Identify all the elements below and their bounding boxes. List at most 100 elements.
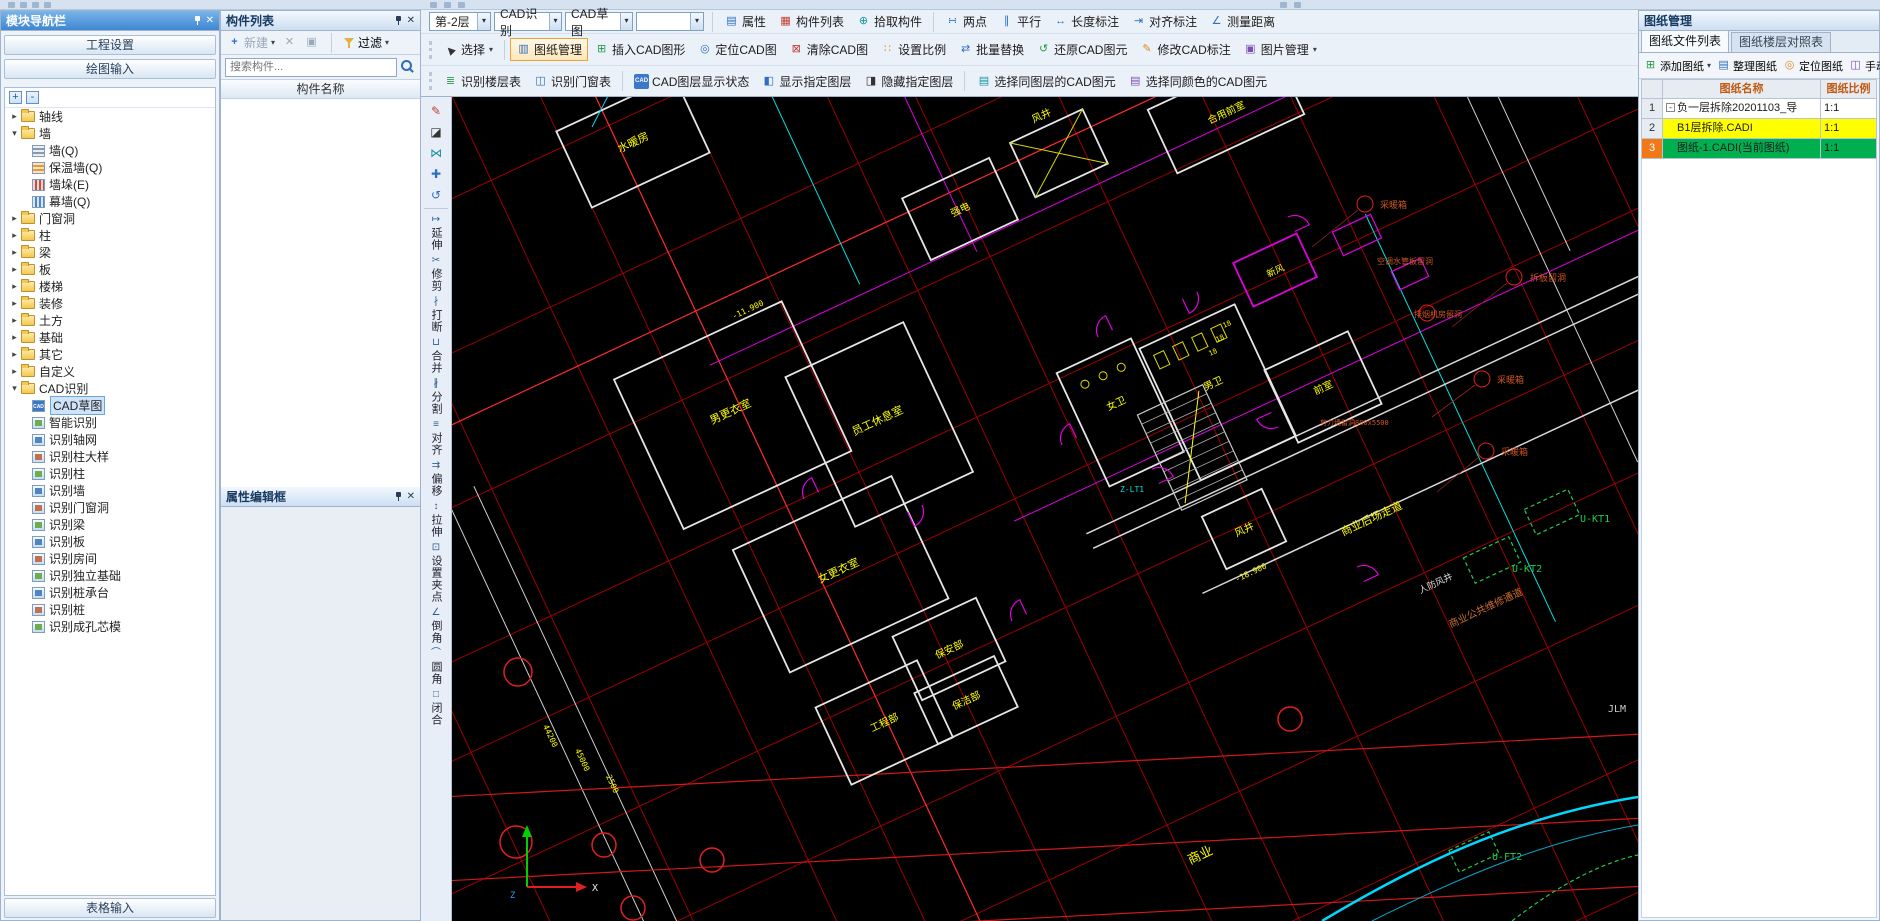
- batch-replace-button[interactable]: 批量替换: [952, 38, 1030, 61]
- tree-item-column[interactable]: ▸ 柱: [5, 227, 215, 244]
- tree-item-recognize-door-window[interactable]: 识别门窗洞: [5, 499, 215, 516]
- chamfer-tool[interactable]: ∠ 倒角: [428, 606, 444, 645]
- mode-select[interactable]: CAD识别 ▾: [494, 7, 562, 38]
- expand-icon[interactable]: ▸: [9, 298, 20, 309]
- tree-item-other[interactable]: ▸ 其它: [5, 346, 215, 363]
- component-list-button[interactable]: 构件列表: [772, 10, 850, 33]
- collapse-icon[interactable]: -: [1666, 103, 1675, 112]
- fillet-tool[interactable]: ⌒ 圆角: [428, 647, 444, 686]
- tree-item-insulation-wall[interactable]: 保温墙(Q): [5, 159, 215, 176]
- tab-sheet-file-list[interactable]: 图纸文件列表: [1641, 30, 1730, 52]
- search-input[interactable]: [225, 57, 397, 77]
- expand-icon[interactable]: ▸: [9, 230, 20, 241]
- titlebar-icon[interactable]: [458, 2, 465, 8]
- tree-item-recognize-grid[interactable]: 识别轴网: [5, 431, 215, 448]
- expand-icon[interactable]: ▸: [9, 281, 20, 292]
- tree-item-axis[interactable]: ▸ 轴线: [5, 108, 215, 125]
- titlebar-icon[interactable]: [8, 2, 15, 8]
- insert-cad-button[interactable]: 插入CAD图形: [588, 38, 691, 61]
- tree-item-cad-sketch[interactable]: CAD草图: [5, 396, 215, 415]
- show-layer-button[interactable]: 显示指定图层: [755, 70, 857, 93]
- select-button[interactable]: 选择▾: [437, 38, 499, 61]
- expand-icon[interactable]: ▸: [9, 315, 20, 326]
- expand-icon[interactable]: ▸: [9, 332, 20, 343]
- tree-item-wall-q[interactable]: 墙(Q): [5, 142, 215, 159]
- expand-icon[interactable]: ▸: [9, 247, 20, 258]
- organize-sheet-button[interactable]: 整理图纸: [1714, 56, 1779, 76]
- expand-all-button[interactable]: +: [9, 91, 22, 104]
- tree-item-beam[interactable]: ▸ 梁: [5, 244, 215, 261]
- erase-icon[interactable]: ◪: [425, 122, 447, 141]
- locate-sheet-button[interactable]: 定位图纸: [1780, 56, 1845, 76]
- close-icon[interactable]: ✕: [407, 15, 415, 26]
- filter-button[interactable]: 过滤 ▾: [344, 34, 389, 51]
- search-icon[interactable]: [400, 59, 416, 75]
- delete-component-button[interactable]: [282, 35, 297, 50]
- tree-item-recognize-pile[interactable]: 识别桩: [5, 601, 215, 618]
- new-component-button[interactable]: 新建▾: [227, 34, 275, 51]
- manual-split-button[interactable]: 手动分割: [1846, 56, 1880, 76]
- tree-item-curtain-wall[interactable]: 幕墙(Q): [5, 193, 215, 210]
- sheet-manage-button[interactable]: 图纸管理: [510, 38, 589, 61]
- titlebar-icon[interactable]: [1280, 2, 1287, 8]
- locate-cad-button[interactable]: 定位CAD图: [691, 38, 782, 61]
- modify-cad-dimension-button[interactable]: 修改CAD标注: [1133, 38, 1236, 61]
- align-tool[interactable]: ≡ 对齐: [428, 418, 444, 457]
- align-dimension-button[interactable]: 对齐标注: [1125, 10, 1203, 33]
- stretch-tool[interactable]: ↕ 拉伸: [428, 500, 444, 539]
- measure-distance-button[interactable]: 测量距离: [1203, 10, 1281, 33]
- tree-item-foundation[interactable]: ▸ 基础: [5, 329, 215, 346]
- expand-icon[interactable]: ▸: [9, 264, 20, 275]
- tree-item-custom[interactable]: ▸ 自定义: [5, 363, 215, 380]
- tree-item-recognize-pile-cap[interactable]: 识别桩承台: [5, 584, 215, 601]
- project-settings-button[interactable]: 工程设置: [4, 35, 216, 55]
- pin-icon[interactable]: [193, 15, 202, 26]
- recognize-floor-table-button[interactable]: 识别楼层表: [437, 70, 527, 93]
- titlebar-icon[interactable]: [20, 2, 27, 8]
- sheet-row-scale[interactable]: 1:1: [1821, 99, 1877, 119]
- expand-icon[interactable]: ▸: [9, 111, 20, 122]
- sheet-row-scale[interactable]: 1:1: [1821, 119, 1877, 139]
- tree-item-door-window[interactable]: ▸ 门窗洞: [5, 210, 215, 227]
- tree-item-stairs[interactable]: ▸ 楼梯: [5, 278, 215, 295]
- titlebar-icon[interactable]: [1294, 2, 1301, 8]
- titlebar-icon[interactable]: [44, 2, 51, 8]
- brush-icon[interactable]: ✎: [425, 101, 447, 120]
- move-icon[interactable]: ✚: [425, 164, 447, 183]
- tree-item-wall-pier[interactable]: 墙垛(E): [5, 176, 215, 193]
- expand-icon[interactable]: ▸: [9, 366, 20, 377]
- table-input-button[interactable]: 表格输入: [4, 898, 216, 918]
- sheet-row-name[interactable]: B1层拆除.CADI: [1663, 119, 1821, 139]
- titlebar-icon[interactable]: [444, 2, 451, 8]
- expand-icon[interactable]: ▸: [9, 349, 20, 360]
- rotate-icon[interactable]: ↺: [425, 185, 447, 204]
- close-icon[interactable]: ✕: [206, 15, 214, 26]
- tree-item-recognize-isolated-footing[interactable]: 识别独立基础: [5, 567, 215, 584]
- select-same-color-button[interactable]: 选择同颜色的CAD图元: [1122, 70, 1273, 93]
- parallel-button[interactable]: 平行: [993, 10, 1047, 33]
- tree-item-recognize-wall[interactable]: 识别墙: [5, 482, 215, 499]
- break-tool[interactable]: ∤ 打断: [428, 295, 444, 334]
- component-list[interactable]: [221, 99, 420, 487]
- extra-select[interactable]: ▾: [636, 12, 704, 31]
- tree-item-decoration[interactable]: ▸ 装修: [5, 295, 215, 312]
- sheet-row-scale[interactable]: 1:1: [1821, 139, 1877, 159]
- restore-cad-button[interactable]: 还原CAD图元: [1030, 38, 1133, 61]
- offset-tool[interactable]: ⇉ 偏移: [428, 459, 444, 498]
- expand-icon[interactable]: ▸: [9, 213, 20, 224]
- floor-select[interactable]: 第-2层 ▾: [429, 12, 491, 31]
- image-manage-button[interactable]: 图片管理▾: [1237, 38, 1323, 61]
- sheet-row-name[interactable]: - 负一层拆除20201103_导: [1663, 99, 1821, 119]
- set-grip-tool[interactable]: ⊡ 设置夹点: [428, 541, 444, 604]
- merge-tool[interactable]: ⊔ 合并: [428, 336, 444, 375]
- close-icon[interactable]: ✕: [407, 491, 415, 502]
- cad-layer-state-button[interactable]: CAD图层显示状态: [628, 70, 755, 93]
- copy-component-button[interactable]: [304, 35, 319, 50]
- trim-tool[interactable]: ✂ 修剪: [428, 254, 444, 293]
- pin-icon[interactable]: [394, 15, 403, 26]
- tree-item-recognize-column-detail[interactable]: 识别柱大样: [5, 448, 215, 465]
- cad-drawing-canvas[interactable]: 水暖房 风井 合用前室 强电 新风 男卫 女卫 前室 男更衣室 员工休息室 女更…: [452, 97, 1638, 921]
- collapse-icon[interactable]: ▾: [9, 128, 20, 139]
- collapse-all-button[interactable]: -: [26, 91, 39, 104]
- recognize-door-window-table-button[interactable]: 识别门窗表: [527, 70, 617, 93]
